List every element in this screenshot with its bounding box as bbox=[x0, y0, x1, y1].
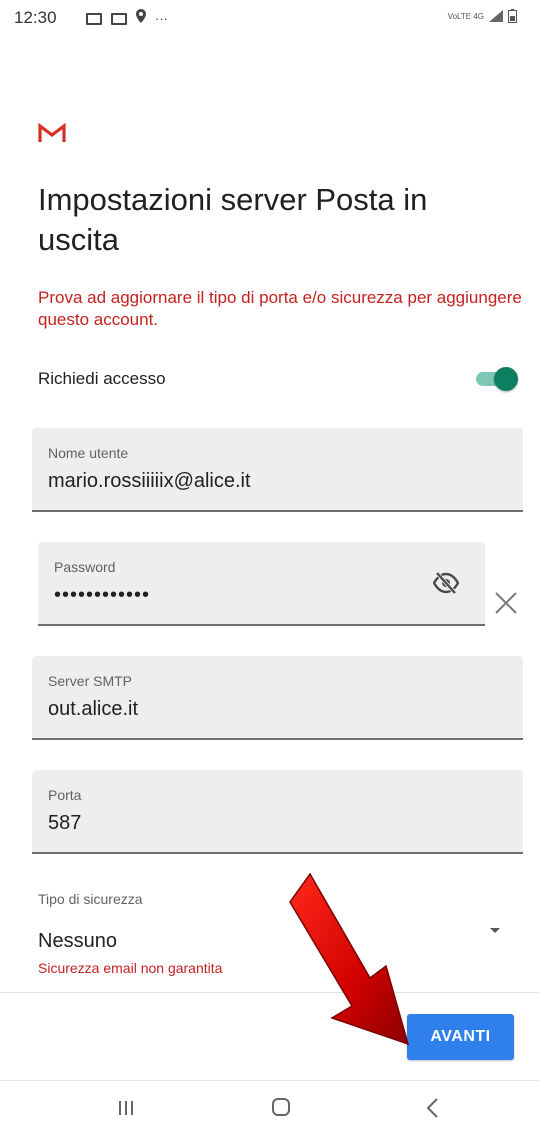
port-label: Porta bbox=[48, 787, 82, 803]
require-login-label: Richiedi accesso bbox=[38, 369, 166, 388]
next-button[interactable]: AVANTI bbox=[407, 1014, 514, 1060]
annotation-arrow-icon bbox=[289, 872, 410, 1046]
require-login-row: Richiedi accesso bbox=[38, 364, 518, 394]
gmail-logo bbox=[38, 122, 66, 142]
recents-icon[interactable] bbox=[116, 1099, 136, 1117]
network-label: VoLTE 4G bbox=[447, 11, 484, 21]
location-icon bbox=[136, 9, 146, 28]
home-icon[interactable] bbox=[272, 1098, 290, 1116]
toggle-thumb bbox=[494, 367, 518, 391]
page-title: Impostazioni server Posta in uscita bbox=[38, 182, 428, 257]
battery-icon bbox=[508, 9, 517, 23]
message-icon bbox=[86, 12, 102, 25]
username-field[interactable]: Nome utente mario.rossiiiiix@alice.it bbox=[32, 428, 523, 512]
back-icon[interactable] bbox=[422, 1096, 444, 1120]
password-label: Password bbox=[54, 559, 116, 575]
password-field[interactable]: Password •••••••••••• bbox=[38, 542, 485, 626]
gallery-icon bbox=[111, 12, 127, 25]
close-icon[interactable] bbox=[493, 590, 519, 616]
require-login-toggle[interactable] bbox=[472, 367, 518, 391]
more-notifications-icon: ··· bbox=[155, 10, 168, 26]
security-warning: Sicurezza email non garantita bbox=[38, 960, 223, 976]
screen: 12:30 ··· VoLTE 4G Impostazioni server P… bbox=[0, 0, 539, 1136]
security-type-label: Tipo di sicurezza bbox=[38, 891, 143, 907]
notification-icons: ··· bbox=[86, 9, 168, 28]
dropdown-arrow-icon[interactable] bbox=[490, 928, 500, 933]
error-message: Prova ad aggiornare il tipo di porta e/o… bbox=[38, 288, 522, 329]
nav-bar bbox=[0, 1081, 539, 1136]
smtp-server-field[interactable]: Server SMTP out.alice.it bbox=[32, 656, 523, 740]
signal-icon bbox=[489, 10, 503, 22]
visibility-off-icon[interactable] bbox=[433, 572, 459, 594]
username-label: Nome utente bbox=[48, 445, 129, 461]
smtp-server-label: Server SMTP bbox=[48, 673, 133, 689]
username-value: mario.rossiiiiix@alice.it bbox=[48, 470, 251, 492]
status-bar: 12:30 ··· VoLTE 4G bbox=[0, 0, 539, 40]
port-value: 587 bbox=[48, 812, 82, 834]
port-field[interactable]: Porta 587 bbox=[32, 770, 523, 854]
password-value: •••••••••••• bbox=[54, 584, 151, 606]
system-icons: VoLTE 4G bbox=[448, 9, 517, 23]
status-time: 12:30 bbox=[14, 8, 57, 27]
security-type-value: Nessuno bbox=[38, 930, 117, 952]
smtp-server-value: out.alice.it bbox=[48, 698, 139, 720]
